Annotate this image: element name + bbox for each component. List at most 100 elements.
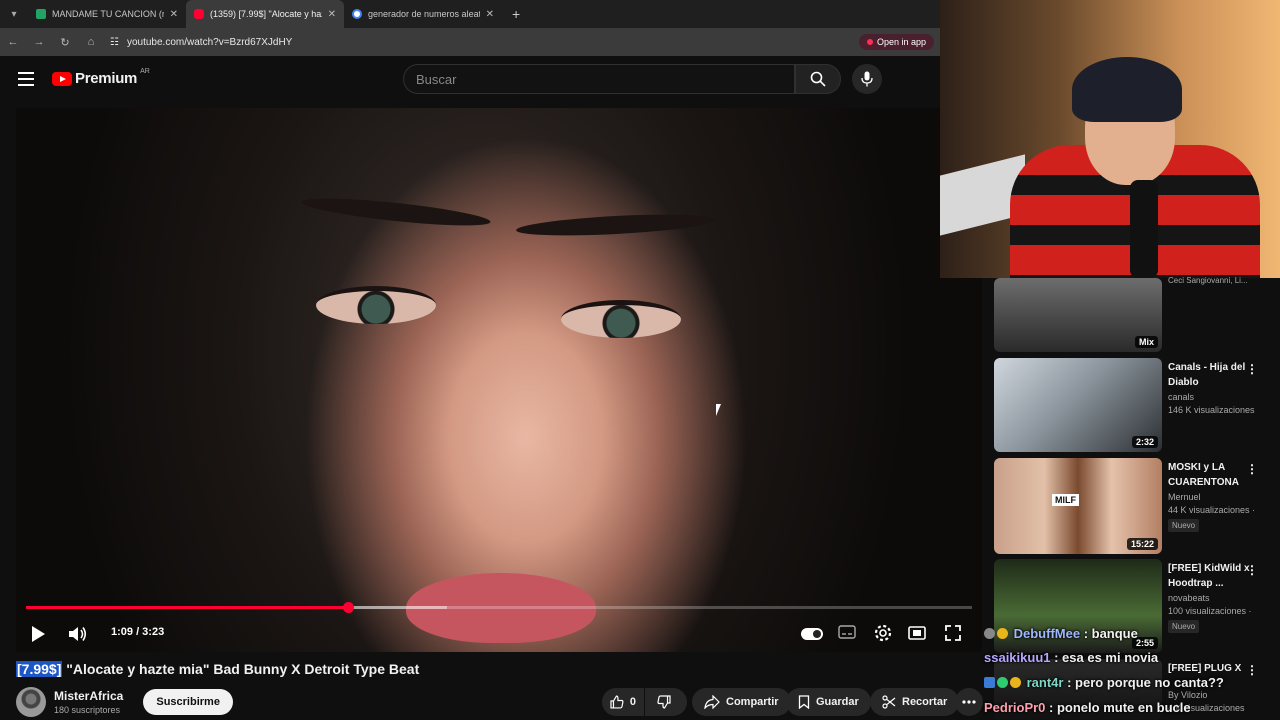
- theater-mode-button[interactable]: [908, 626, 926, 640]
- rec-title[interactable]: Canals - Hija del Diablo: [1168, 360, 1258, 390]
- progress-bar[interactable]: [26, 602, 972, 613]
- subtitles-button[interactable]: [838, 625, 856, 639]
- chat-text: : ponelo mute en bucle: [1045, 700, 1191, 715]
- list-item[interactable]: 2:32 Canals - Hija del Diablo canals 146…: [994, 358, 1280, 454]
- open-in-app-button[interactable]: Open in app: [858, 34, 934, 50]
- scrubber-handle[interactable]: [342, 602, 354, 613]
- video-thumbnail[interactable]: 2:32: [994, 358, 1162, 452]
- video-actions: 0 Compartir Guardar Recortar: [0, 688, 984, 716]
- chat-text: : esa es mi novia: [1050, 650, 1159, 665]
- save-label: Guardar: [816, 696, 859, 708]
- fullscreen-icon: [945, 625, 961, 641]
- play-icon: [32, 626, 45, 642]
- duration-badge: 15:22: [1126, 538, 1158, 550]
- volume-button[interactable]: [68, 625, 88, 643]
- video-thumbnail[interactable]: MILF 15:22: [994, 458, 1162, 554]
- video-title-text: "Alocate y hazte mia" Bad Bunny X Detroi…: [62, 661, 420, 677]
- video-frame-detail: [300, 193, 492, 231]
- dislike-button[interactable]: [645, 688, 687, 716]
- chat-username: rant4r: [1026, 675, 1064, 690]
- tab-title: MANDAME TU CANCION (resp: [52, 9, 164, 19]
- thumbs-down-icon: [657, 695, 671, 709]
- rec-views: 146 K visualizaciones: [1168, 405, 1255, 415]
- list-item[interactable]: Mix: [994, 278, 1280, 354]
- price-tag: [7.99$]: [16, 661, 63, 677]
- video-title: [7.99$] "Alocate y hazte mia" Bad Bunny …: [16, 661, 419, 677]
- webcam-detail: [1072, 57, 1182, 122]
- back-icon[interactable]: ←: [6, 36, 20, 48]
- menu-icon[interactable]: [18, 72, 34, 90]
- new-badge: Nuevo: [1168, 620, 1200, 633]
- save-button[interactable]: Guardar: [786, 688, 871, 716]
- rec-title[interactable]: [FREE] PLUG X: [1168, 661, 1258, 676]
- played-bar: [26, 606, 348, 609]
- browser-tab-2[interactable]: (1359) [7.99$] "Alocate y hazte ✕: [186, 0, 344, 28]
- rec-channel[interactable]: canals: [1168, 392, 1258, 402]
- chat-username: DebuffMee: [1013, 626, 1081, 641]
- browser-tab-bar: ▾ MANDAME TU CANCION (resp ✕ (1359) [7.9…: [0, 0, 940, 28]
- url-field[interactable]: ☷ youtube.com/watch?v=Bzrd67XJdHY: [110, 37, 847, 48]
- more-actions-button[interactable]: [955, 688, 983, 716]
- site-info-icon[interactable]: ☷: [110, 37, 119, 48]
- toggle-icon: [801, 628, 823, 640]
- rec-views: 44 K visualizaciones ·: [1168, 505, 1256, 515]
- close-icon[interactable]: ✕: [170, 9, 178, 20]
- mouse-cursor: [716, 404, 721, 416]
- google-icon: [352, 9, 362, 19]
- video-frame-detail: [515, 210, 717, 240]
- rec-title[interactable]: [FREE] KidWild x Hoodtrap ...: [1168, 561, 1258, 591]
- mix-badge: Mix: [1134, 336, 1158, 348]
- voice-search-button[interactable]: [852, 64, 882, 94]
- webcam-detail: [1130, 180, 1158, 278]
- open-in-app-label: Open in app: [876, 37, 926, 47]
- fullscreen-button[interactable]: [945, 625, 961, 641]
- home-icon[interactable]: ⌂: [84, 36, 98, 48]
- close-icon[interactable]: ✕: [486, 9, 494, 20]
- settings-button[interactable]: [874, 624, 892, 642]
- list-item[interactable]: MILF 15:22 MOSKI y LA CUARENTONA Mernuel…: [994, 458, 1280, 554]
- search-button[interactable]: [795, 64, 841, 94]
- close-icon[interactable]: ✕: [328, 9, 336, 20]
- rec-title[interactable]: MOSKI y LA CUARENTONA: [1168, 460, 1258, 490]
- badge-icon: [997, 677, 1008, 688]
- autoplay-toggle[interactable]: [801, 628, 823, 640]
- like-button[interactable]: 0: [602, 688, 644, 716]
- more-vert-icon[interactable]: ⋮: [1246, 462, 1258, 476]
- rec-channel[interactable]: Mernuel: [1168, 492, 1258, 502]
- subtitles-icon: [838, 625, 856, 639]
- browser-tab-1[interactable]: MANDAME TU CANCION (resp ✕: [28, 0, 186, 28]
- rec-channel[interactable]: novabeats: [1168, 593, 1258, 603]
- badge-icon: [984, 628, 995, 639]
- more-vert-icon[interactable]: ⋮: [1246, 362, 1258, 376]
- new-tab-button[interactable]: +: [512, 6, 520, 22]
- time-display: 1:09 / 3:23: [111, 626, 165, 638]
- webcam-overlay: [940, 0, 1280, 278]
- video-frame-detail: [316, 286, 436, 324]
- video-player[interactable]: 1:09 / 3:23: [16, 108, 982, 652]
- youtube-logo[interactable]: Premium AR: [52, 68, 150, 87]
- thumbnail-text: MILF: [1052, 494, 1079, 506]
- badge-icon: [1010, 677, 1021, 688]
- rec-meta: Canals - Hija del Diablo canals 146 K vi…: [1168, 360, 1258, 415]
- badge-icon: [997, 628, 1008, 639]
- thumbs-up-icon: [610, 695, 624, 709]
- forward-icon[interactable]: →: [32, 36, 46, 48]
- browser-tab-3[interactable]: generador de numeros aleator ✕: [344, 0, 502, 28]
- new-badge: Nuevo: [1168, 519, 1200, 532]
- player-controls: 1:09 / 3:23: [16, 616, 982, 652]
- rec-channel[interactable]: By Vilozio: [1168, 690, 1258, 700]
- logo-text: Premium: [75, 70, 138, 87]
- video-thumbnail[interactable]: Mix: [994, 278, 1162, 352]
- search-input[interactable]: Buscar: [403, 64, 795, 94]
- clip-button[interactable]: Recortar: [870, 688, 960, 716]
- country-code: AR: [140, 68, 150, 75]
- more-vert-icon[interactable]: ⋮: [1246, 563, 1258, 577]
- reload-icon[interactable]: ↻: [58, 36, 72, 49]
- more-vert-icon[interactable]: ⋮: [1246, 663, 1258, 677]
- microphone-icon: [861, 71, 873, 87]
- search-icon: [810, 71, 826, 87]
- share-button[interactable]: Compartir: [692, 688, 791, 716]
- play-button[interactable]: [30, 625, 46, 643]
- tab-search-icon[interactable]: ▾: [0, 0, 28, 28]
- chat-message: rant4r : pero porque no canta??: [984, 675, 1224, 690]
